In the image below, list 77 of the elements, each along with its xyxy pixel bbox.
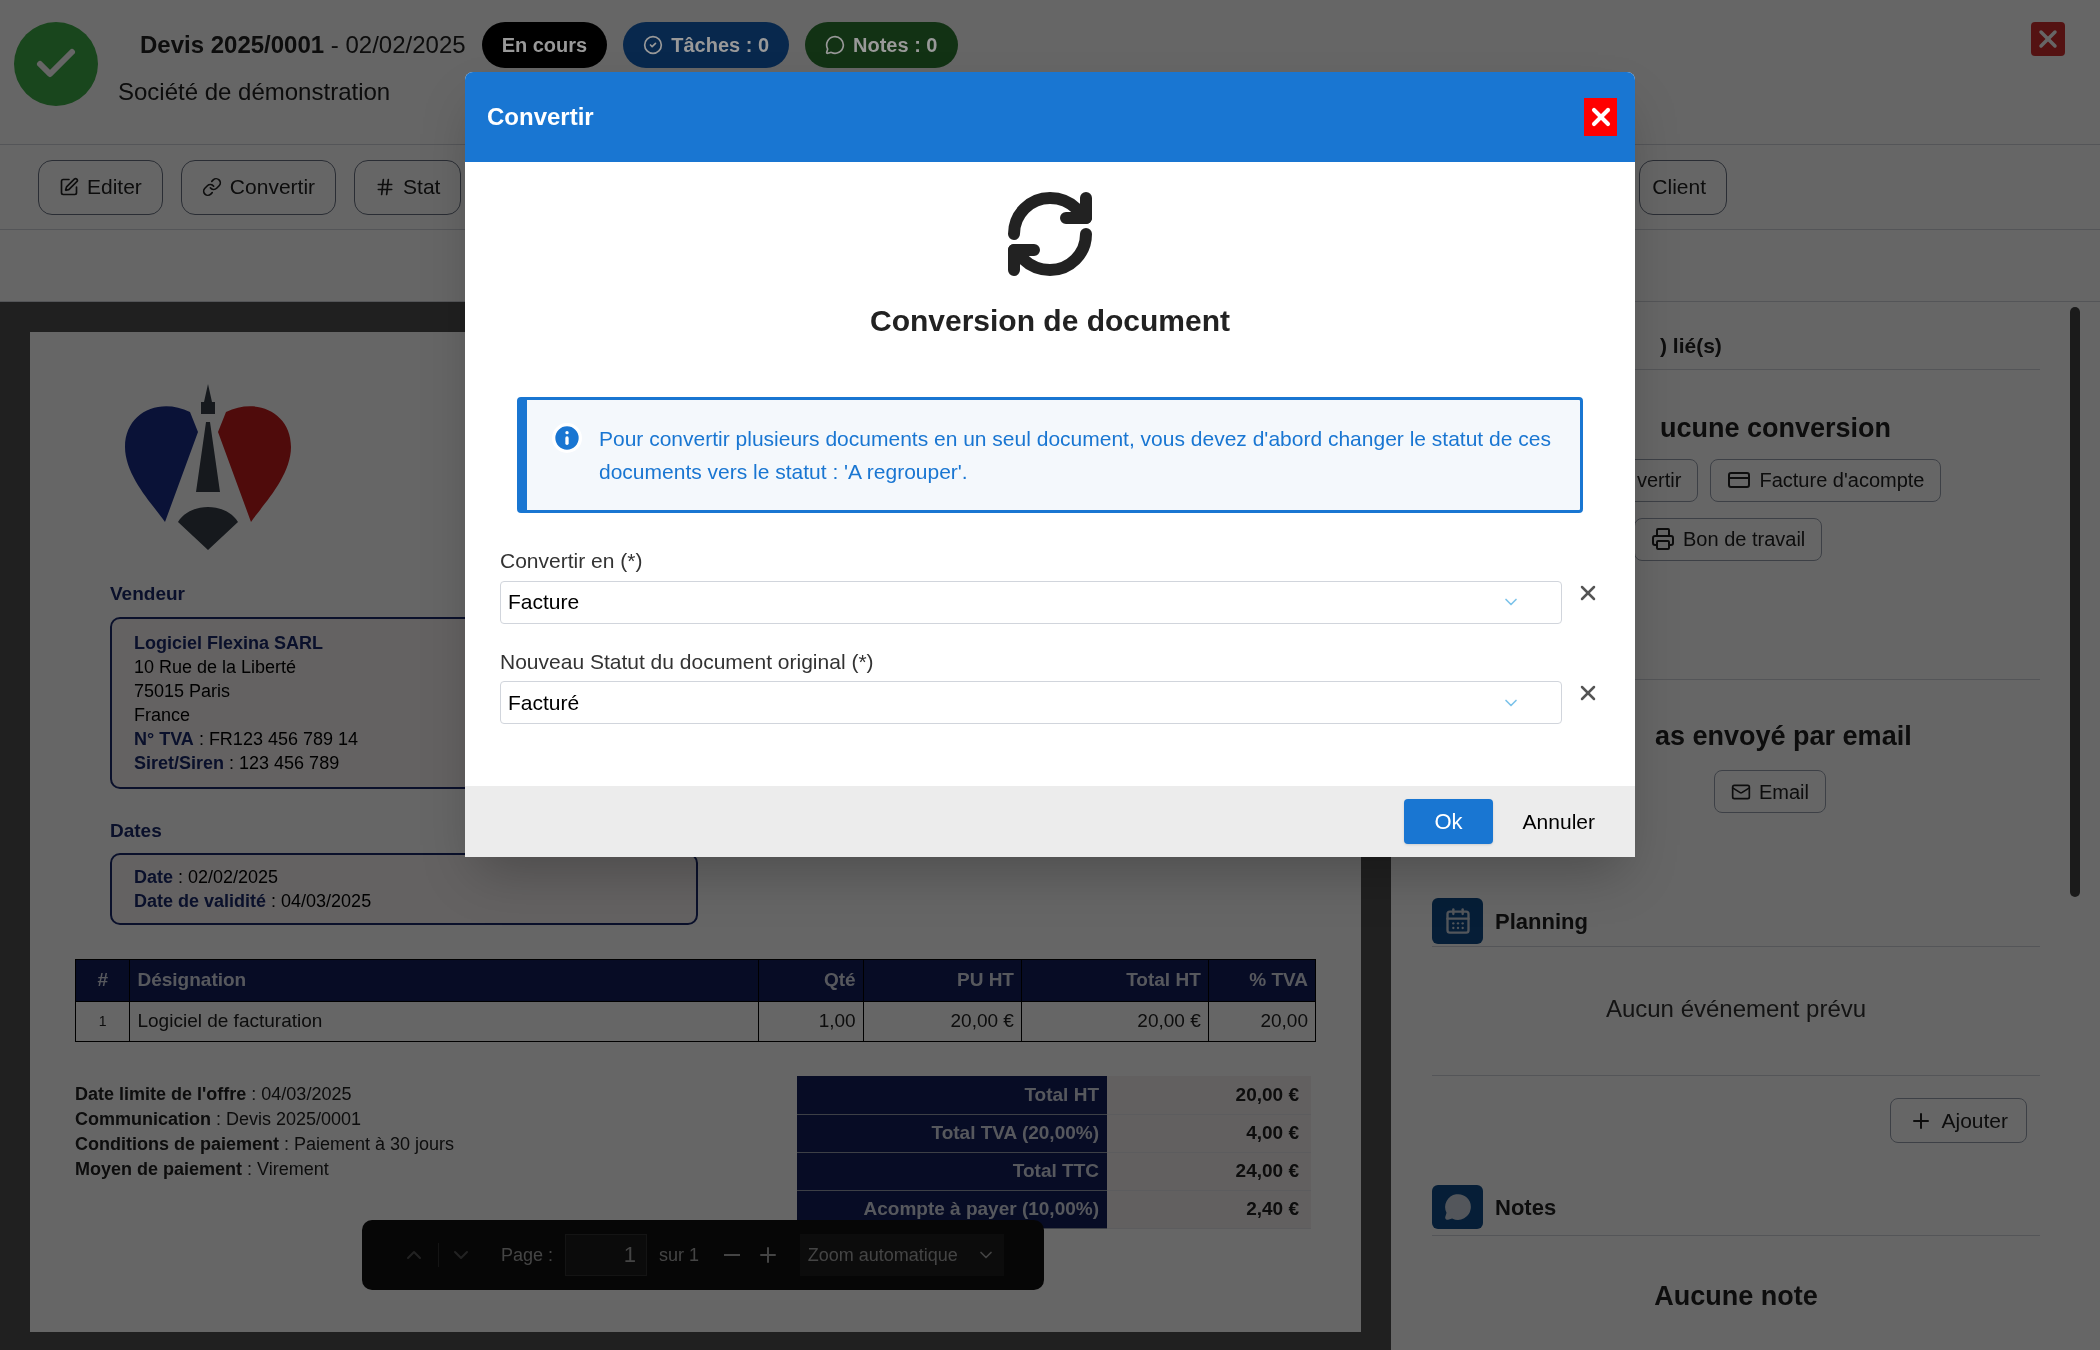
- total-value: 2,40 €: [1107, 1190, 1311, 1228]
- info-icon: [551, 422, 583, 454]
- email-status-heading: as envoyé par email: [1655, 719, 1913, 753]
- calendar-icon: [1432, 898, 1483, 944]
- table-header-cell: Total HT: [1021, 959, 1209, 1002]
- email-button[interactable]: Email: [1714, 770, 1826, 813]
- check-circle-icon: [643, 35, 664, 55]
- empty-planning-message: Aucun événement prévu: [1605, 994, 1867, 1024]
- field-label: Convertir en (*): [500, 548, 644, 574]
- company-name: Société de démonstration: [118, 77, 391, 107]
- document-title: Devis 2025/0001 - 02/02/2025: [140, 30, 466, 60]
- vendor-name: Logiciel Flexina SARL: [134, 631, 324, 655]
- cancel-button[interactable]: Annuler: [1522, 805, 1595, 838]
- table-cell: 1: [75, 1001, 130, 1042]
- page-label: Page :: [501, 1243, 554, 1267]
- table-cell: Logiciel de facturation: [130, 1001, 759, 1042]
- page-count: sur 1: [659, 1243, 700, 1267]
- offer-detail: Date limite de l'offre : 04/03/2025: [75, 1083, 353, 1106]
- status-badge[interactable]: Notes : 0: [805, 22, 958, 68]
- offer-detail: Communication : Devis 2025/0001: [75, 1108, 363, 1131]
- dialog-heading: Conversion de document: [869, 303, 1230, 339]
- section-title: Dates: [110, 818, 162, 843]
- section-heading: ) lié(s): [1660, 332, 1722, 359]
- link-icon: [201, 177, 222, 197]
- section-title: Vendeur: [110, 582, 185, 606]
- ok-button[interactable]: Ok: [1404, 799, 1493, 844]
- status-badge[interactable]: Tâches : 0: [623, 22, 790, 68]
- zoom-select[interactable]: Zoom automatique: [799, 1234, 1004, 1276]
- convert-option-button[interactable]: Facture d'acompte: [1710, 458, 1942, 502]
- total-label: Total HT: [797, 1076, 1107, 1114]
- field-label: Nouveau Statut du document original (*): [500, 648, 875, 675]
- chat-icon: [1432, 1185, 1483, 1229]
- empty-conversion-heading: ucune conversion: [1660, 412, 1893, 445]
- total-label: Total TVA (20,00%): [797, 1114, 1107, 1152]
- section-heading: Planning: [1495, 907, 1588, 936]
- empty-notes-message: Aucune note: [1654, 1280, 1818, 1313]
- date-line: Date de validité : 04/03/2025: [134, 890, 372, 913]
- info-message: Pour convertir plusieurs documents en un seul document, vous devez d'abord changer le statut de ces documents vers le statut : 'A regrouper'.: [599, 426, 1552, 485]
- select-field[interactable]: Facture: [500, 580, 1562, 624]
- edit-icon: [59, 177, 79, 197]
- close-button[interactable]: [1584, 98, 1617, 136]
- close-button[interactable]: [2031, 22, 2065, 56]
- chat-bubble-icon: [825, 35, 846, 55]
- table-header-cell: Qté: [758, 959, 864, 1002]
- section-heading: Notes: [1495, 1193, 1557, 1222]
- scrollbar[interactable]: [2070, 307, 2080, 897]
- table-cell: 20,00: [1208, 1001, 1316, 1042]
- table-cell: 20,00 €: [1021, 1001, 1209, 1042]
- vendor-detail: 10 Rue de la Liberté: [134, 655, 297, 679]
- vendor-detail: 75015 Paris: [134, 679, 231, 703]
- table-cell: 1,00: [758, 1001, 864, 1042]
- table-header-cell: Désignation: [130, 959, 759, 1002]
- offer-detail: Moyen de paiement : Virement: [75, 1158, 330, 1181]
- table-header-cell: #: [75, 959, 130, 1002]
- status-badge[interactable]: En cours: [481, 22, 608, 68]
- total-label: Total TTC: [797, 1152, 1107, 1190]
- minus-icon: [724, 1254, 741, 1256]
- page-number-field[interactable]: 1: [565, 1234, 648, 1276]
- total-value: 20,00 €: [1107, 1076, 1311, 1114]
- table-header-cell: PU HT: [863, 959, 1022, 1002]
- vendor-detail: France: [134, 703, 191, 727]
- total-value: 24,00 €: [1107, 1152, 1311, 1190]
- select-field[interactable]: Facturé: [500, 681, 1562, 724]
- toolbar-button[interactable]: Editer: [38, 159, 163, 215]
- add-button[interactable]: Ajouter: [1890, 1098, 2027, 1143]
- table-header-cell: % TVA: [1208, 959, 1316, 1002]
- printer-icon: [1651, 527, 1675, 551]
- vendor-detail: Siret/Siren : 123 456 789: [134, 751, 340, 775]
- toolbar-button[interactable]: Client: [1639, 159, 1727, 215]
- total-value: 4,00 €: [1107, 1114, 1311, 1152]
- toolbar-button[interactable]: Convertir: [180, 159, 337, 215]
- dialog-title: Convertir: [487, 102, 594, 132]
- offer-detail: Conditions de paiement : Paiement à 30 jours: [75, 1133, 455, 1156]
- vendor-detail: N° TVA : FR123 456 789 14: [134, 727, 358, 751]
- date-line: Date : 02/02/2025: [134, 866, 279, 889]
- table-cell: 20,00 €: [863, 1001, 1022, 1042]
- toolbar-button[interactable]: Stat: [354, 159, 462, 215]
